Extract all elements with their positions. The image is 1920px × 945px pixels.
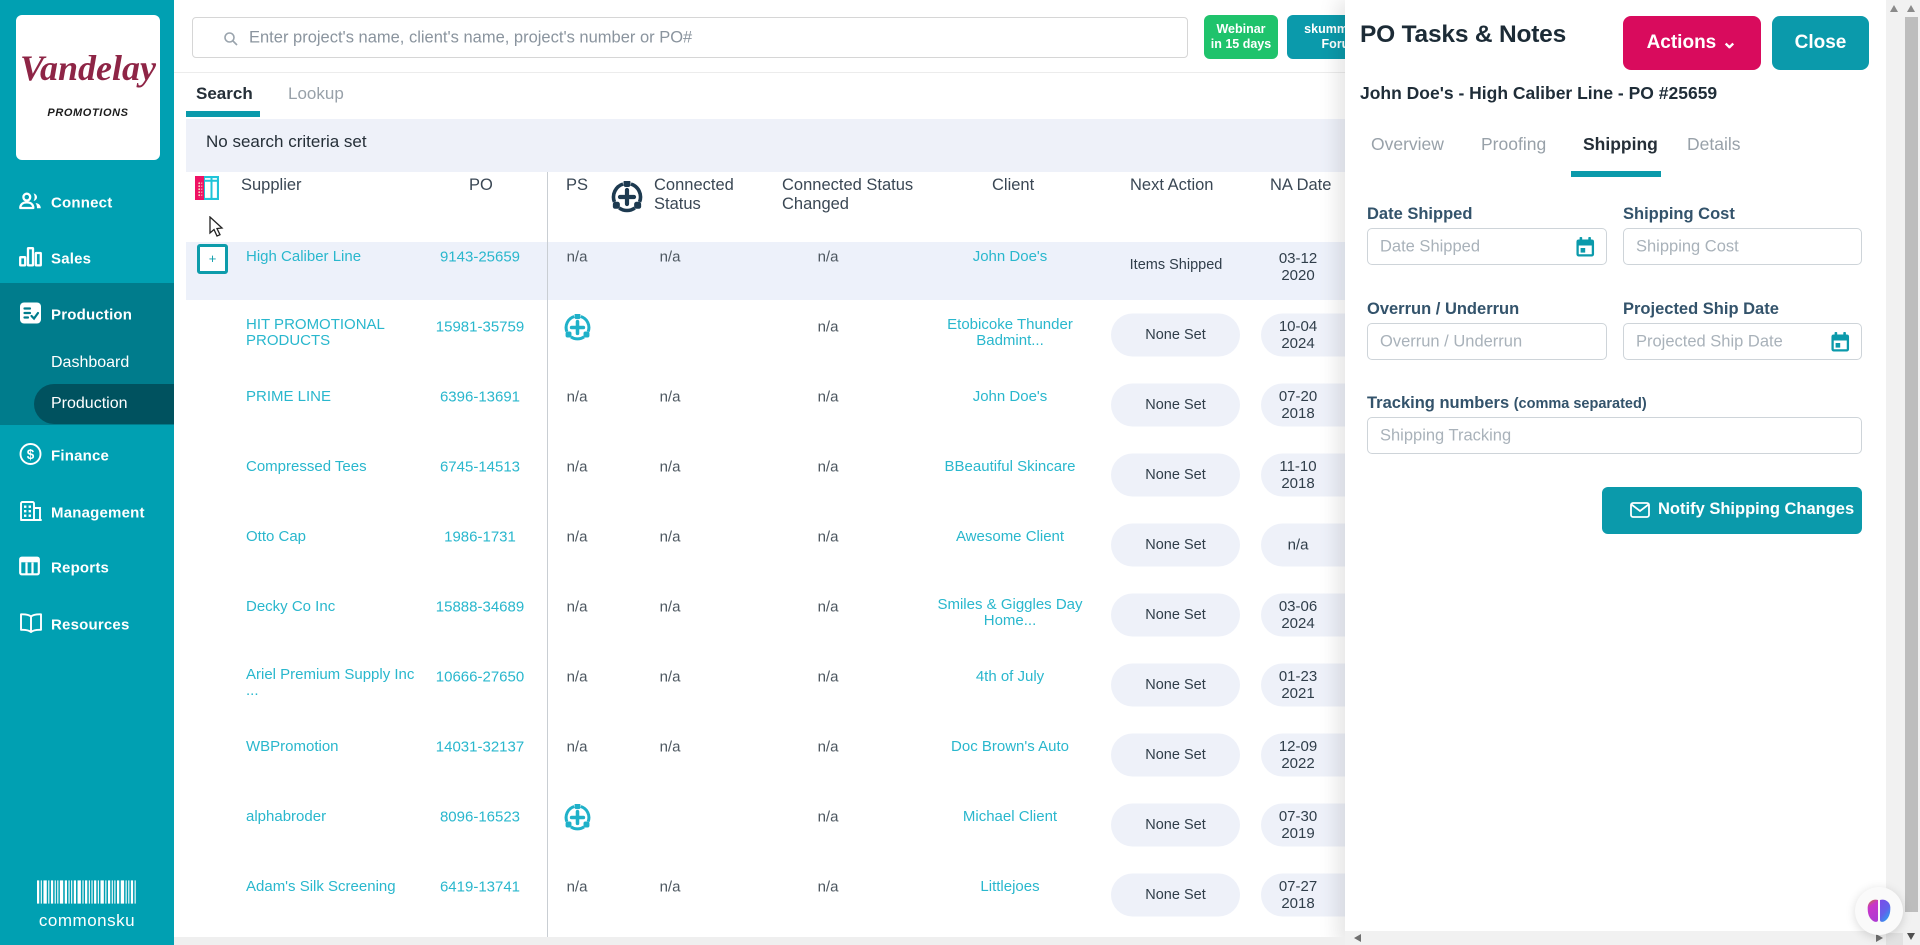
svg-text:$: $	[27, 447, 35, 462]
